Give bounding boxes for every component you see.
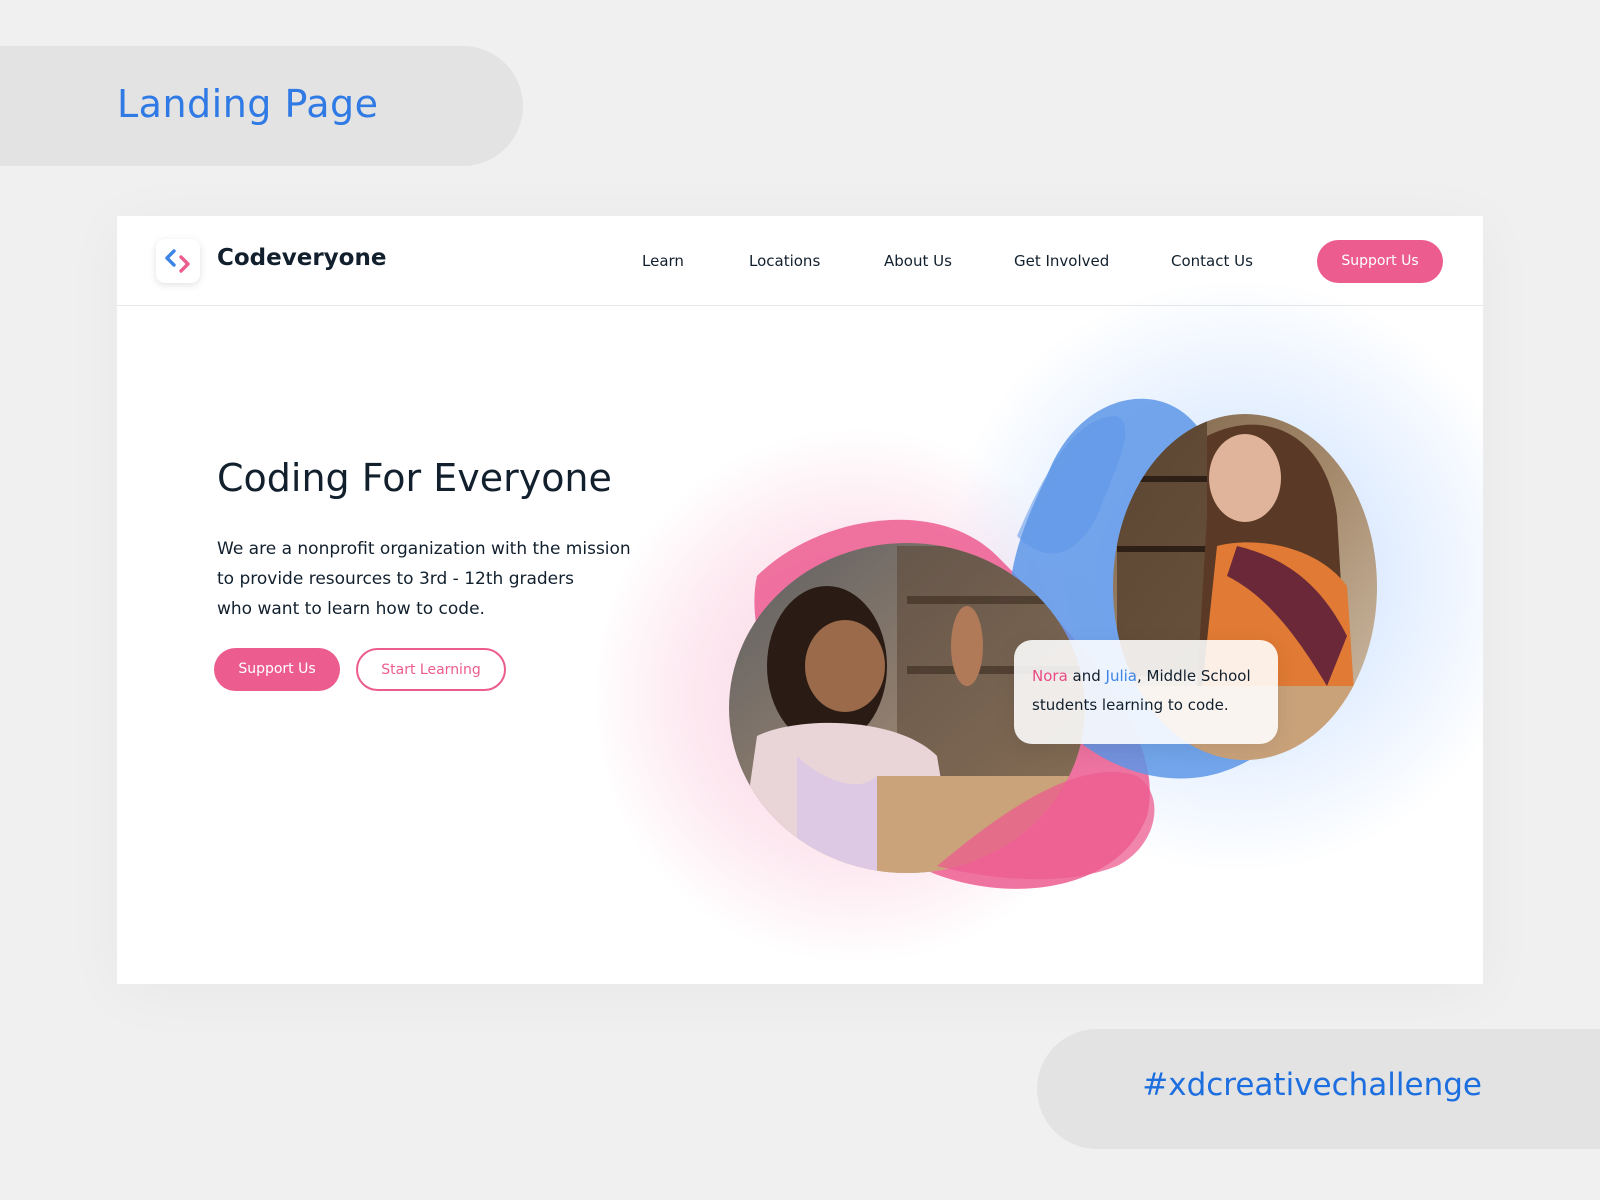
caption-name-julia: Julia (1105, 667, 1137, 685)
caption-and: and (1067, 667, 1106, 685)
caption-line1-rest: , Middle School (1137, 667, 1251, 685)
caption-name-nora: Nora (1032, 667, 1068, 685)
landing-page-label: Landing Page (0, 46, 523, 166)
photo-caption: Nora and Julia, Middle School students l… (1014, 640, 1278, 744)
hashtag-text: #xdcreativechallenge (1142, 1067, 1482, 1103)
hashtag-label: #xdcreativechallenge (1037, 1029, 1600, 1149)
landing-page-mockup: Codeveryone Learn Locations About Us Get… (117, 216, 1483, 984)
caption-line-1: Nora and Julia, Middle School (1032, 662, 1260, 691)
caption-line-2: students learning to code. (1032, 696, 1229, 714)
landing-page-title: Landing Page (117, 82, 379, 126)
hero-illustration (729, 398, 1377, 889)
